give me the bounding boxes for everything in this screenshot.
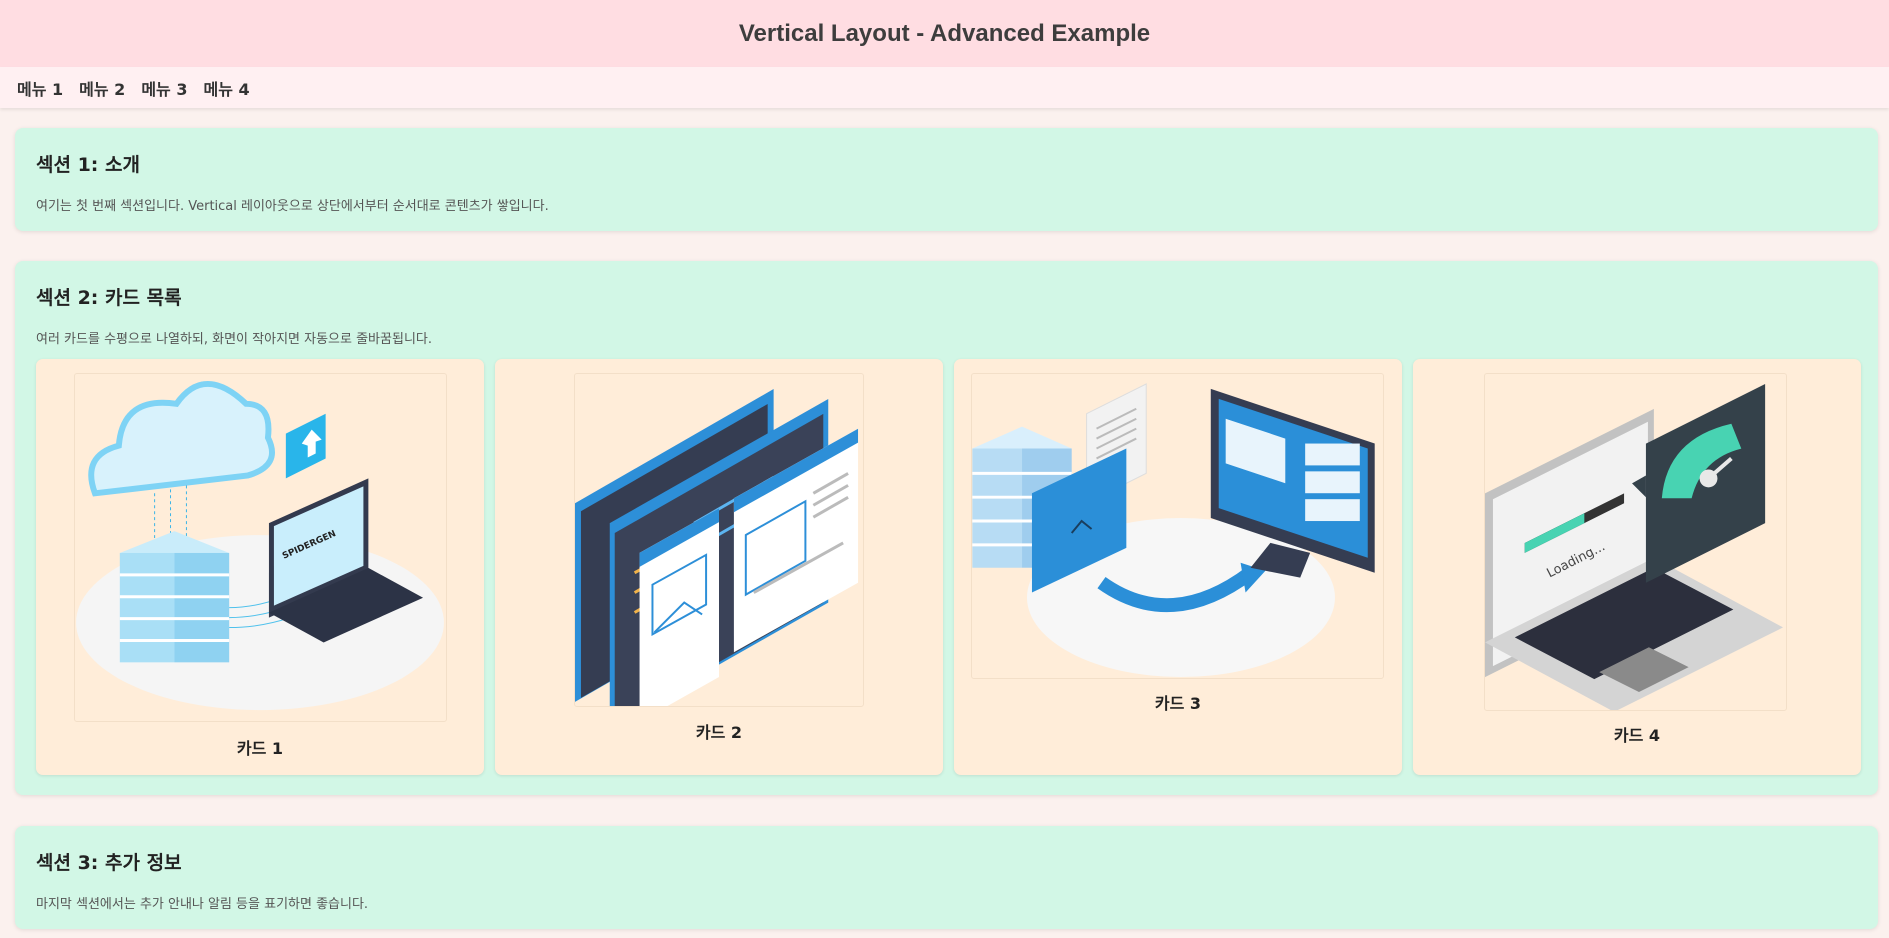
card-3[interactable]: 카드 3 [954,359,1402,775]
main-nav: 메뉴 1 메뉴 2 메뉴 3 메뉴 4 [0,67,1889,108]
card-4[interactable]: Loading... 카드 4 [1413,359,1861,775]
nav-item-menu-4[interactable]: 메뉴 4 [203,76,249,100]
card-1[interactable]: SPIDERGEN 카드 1 [36,359,484,775]
section-text: 여기는 첫 번째 섹션입니다. Vertical 레이아웃으로 상단에서부터 순… [36,199,549,214]
section-card-list: 섹션 2: 카드 목록 여러 카드를 수평으로 나열하되, 화면이 작아지면 자… [15,261,1878,795]
section-title: 섹션 3: 추가 정보 [36,852,182,874]
page-header: Vertical Layout - Advanced Example [0,0,1889,67]
nav-item-menu-1[interactable]: 메뉴 1 [17,76,63,100]
section-intro: 섹션 1: 소개 여기는 첫 번째 섹션입니다. Vertical 레이아웃으로… [15,128,1878,231]
card-label: 카드 1 [236,739,284,758]
cloud-server-laptop-illustration: SPIDERGEN [74,373,447,722]
card-label: 카드 2 [695,723,743,742]
card-label: 카드 3 [1154,694,1202,713]
section-title: 섹션 2: 카드 목록 [36,287,182,309]
code-editor-windows-illustration [574,373,864,707]
section-additional-info: 섹션 3: 추가 정보 마지막 섹션에서는 추가 안내나 알림 등을 표기하면 … [15,826,1878,929]
section-text: 여러 카드를 수평으로 나열하되, 화면이 작아지면 자동으로 줄바꿈됩니다. [36,332,432,347]
page-title: Vertical Layout - Advanced Example [738,19,1151,47]
laptop-loading-speed-gauge-illustration: Loading... [1484,373,1787,711]
card-label: 카드 4 [1613,726,1661,745]
section-text: 마지막 섹션에서는 추가 안내나 알림 등을 표기하면 좋습니다. [36,897,369,912]
file-transfer-server-monitor-illustration [971,373,1384,679]
nav-item-menu-3[interactable]: 메뉴 3 [141,76,187,100]
section-title: 섹션 1: 소개 [36,154,140,176]
card-list: SPIDERGEN 카드 1 카드 2 카드 3 Loading... 카드 4 [36,359,1861,775]
nav-item-menu-2[interactable]: 메뉴 2 [79,76,125,100]
card-2[interactable]: 카드 2 [495,359,943,775]
